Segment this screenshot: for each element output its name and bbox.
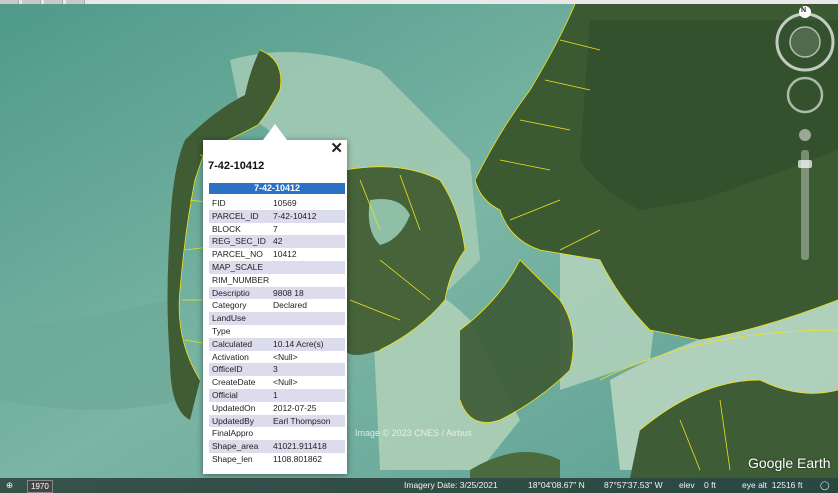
street-view-pegman-icon[interactable]: [799, 129, 811, 141]
attribute-value: 41021.911418: [270, 440, 345, 453]
attribute-value: [270, 260, 345, 274]
compass-north-label: N: [801, 7, 807, 14]
attribute-key: FID: [212, 198, 226, 208]
attribute-value: [270, 312, 345, 325]
streaming-status-icon: ◯: [820, 480, 830, 490]
look-joystick[interactable]: [789, 26, 821, 58]
attribute-key: RIM_NUMBER: [212, 274, 270, 285]
longitude-readout: 87°57'37.53" W: [604, 480, 663, 490]
attribute-row: Official 1: [209, 388, 345, 402]
attribute-row: Calculated 10.14 Acre(s): [209, 337, 345, 351]
globe-icon[interactable]: ⊕: [6, 478, 13, 493]
attribute-key: LandUse: [209, 312, 270, 325]
attribute-value: 10.14 Acre(s): [270, 337, 345, 351]
attribute-row: UpdatedOn 2012-07-25: [209, 402, 345, 415]
attribute-row: CreateDate <Null>: [209, 376, 345, 389]
imagery-date: Imagery Date: 3/25/2021: [404, 480, 498, 490]
attribute-value: 7-42-10412: [270, 209, 345, 223]
attribute-key: UpdatedOn: [212, 402, 256, 413]
attribute-value: Earl Thompson: [270, 414, 345, 428]
attribute-key: REG_SEC_ID: [209, 235, 270, 249]
attribute-row: PARCEL_NO 10412: [209, 248, 345, 261]
popup-title: 7-42-10412: [208, 160, 265, 172]
elevation-readout: elev 0 ft: [679, 480, 716, 490]
attribute-value: 10569: [273, 198, 297, 208]
attribute-value: 7: [273, 223, 278, 234]
attribute-row: FID 10569: [209, 197, 345, 210]
attribute-key: BLOCK: [212, 223, 241, 234]
attribute-key: Shape_len: [212, 453, 253, 464]
attribute-value: [270, 274, 345, 287]
attribute-key: UpdatedBy: [209, 414, 270, 428]
eye-altitude-readout: eye alt 12516 ft: [742, 480, 803, 490]
google-earth-logo: Google Earth: [748, 455, 831, 471]
parcel-info-popup: ✕ 7-42-10412 7-42-10412 FID 10569 PARCEL_I…: [203, 124, 347, 474]
attribute-value: 3: [270, 363, 345, 377]
satellite-map[interactable]: [0, 0, 838, 493]
attribute-key: Shape_area: [209, 440, 270, 453]
attribute-table: FID 10569 PARCEL_ID 7-42-10412 BLOCK 7 REG_SEC…: [209, 197, 345, 466]
status-bar: ⊕ 1970 Imagery Date: 3/25/2021 18°04'08.…: [0, 478, 838, 493]
attribute-key: Calculated: [209, 337, 270, 351]
attribute-table-header: 7-42-10412: [209, 183, 345, 194]
attribute-row: UpdatedBy Earl Thompson: [209, 414, 345, 428]
attribute-row: Type: [209, 325, 345, 338]
attribute-key: PARCEL_ID: [209, 209, 270, 223]
latitude-readout: 18°04'08.67" N: [528, 480, 585, 490]
attribute-value: 2012-07-25: [273, 402, 317, 413]
attribute-value: 1: [270, 388, 345, 402]
attribute-key: MAP_SCALE: [209, 260, 270, 274]
attribute-key: Type: [212, 325, 231, 336]
attribute-value: <Null>: [273, 377, 298, 388]
attribute-row: Shape_area 41021.911418: [209, 440, 345, 453]
close-icon[interactable]: ✕: [330, 141, 343, 157]
attribute-key: Descriptio: [209, 286, 270, 300]
attribute-value: 42: [270, 235, 345, 249]
attribute-row: LandUse: [209, 312, 345, 325]
attribute-row: BLOCK 7: [209, 223, 345, 236]
attribute-row: RIM_NUMBER: [209, 274, 345, 287]
attribute-row: MAP_SCALE: [209, 260, 345, 274]
attribute-value: [270, 325, 345, 338]
attribute-value: <Null>: [273, 351, 298, 362]
historical-imagery-year[interactable]: 1970: [27, 480, 53, 493]
attribute-key: Category: [212, 300, 247, 311]
attribute-value: [270, 427, 345, 440]
attribute-row: Activation <Null>: [209, 351, 345, 364]
attribute-value: 9808 18: [270, 286, 345, 300]
attribute-key: PARCEL_NO: [212, 249, 263, 260]
attribute-key: Activation: [212, 351, 249, 362]
attribute-value: 1108.801862: [273, 453, 323, 464]
attribute-row: Descriptio 9808 18: [209, 286, 345, 300]
attribute-row: Shape_len 1108.801862: [209, 453, 345, 466]
attribute-key: FinalAppro: [212, 428, 254, 439]
attribute-value: Declared: [273, 300, 308, 311]
attribute-key: CreateDate: [212, 377, 256, 388]
attribute-key: Official: [209, 388, 270, 402]
zoom-slider-handle[interactable]: [798, 160, 812, 168]
attribute-row: OfficeID 3: [209, 363, 345, 377]
attribute-value: 10412: [273, 249, 297, 260]
attribute-row: FinalAppro: [209, 427, 345, 440]
attribute-key: OfficeID: [209, 363, 270, 377]
attribute-row: PARCEL_ID 7-42-10412: [209, 209, 345, 223]
attribute-row: Category Declared: [209, 299, 345, 312]
attribute-row: REG_SEC_ID 42: [209, 235, 345, 249]
imagery-attribution: Image © 2023 CNES / Airbus: [355, 428, 472, 438]
